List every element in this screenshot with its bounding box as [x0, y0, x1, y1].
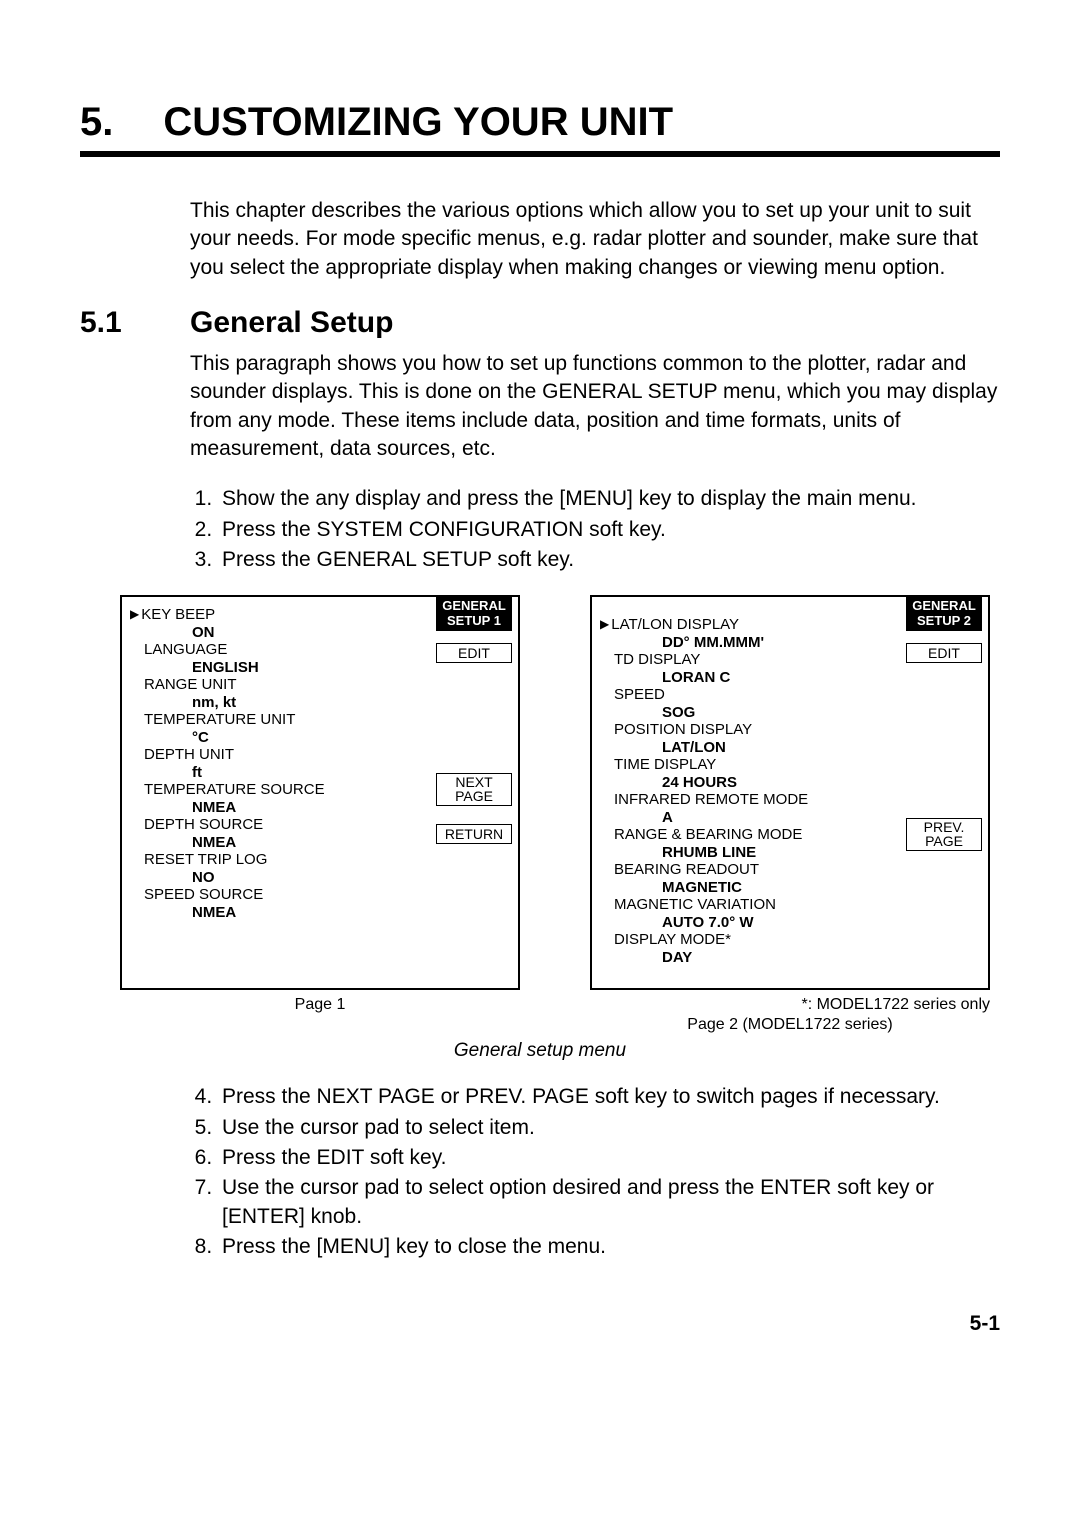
menu-label: DEPTH UNIT — [144, 746, 234, 763]
menu-value: DAY — [662, 950, 894, 967]
menu-label: DEPTH SOURCE — [144, 816, 263, 833]
menu-value: NO — [192, 870, 424, 887]
panel-title-l2: SETUP 2 — [917, 613, 971, 628]
menu-value: ON — [192, 625, 424, 642]
section-number: 5.1 — [80, 306, 190, 340]
menu-label: POSITION DISPLAY — [614, 721, 752, 738]
menu-value: 24 HOURS — [662, 775, 894, 792]
figure-caption: General setup menu — [80, 1040, 1000, 1062]
panel-title: GENERAL SETUP 1 — [436, 597, 512, 631]
step-item: Press the [MENU] key to close the menu. — [218, 1233, 1000, 1261]
cursor-icon: ▶ — [130, 608, 139, 621]
menu-label: TIME DISPLAY — [614, 756, 716, 773]
general-setup-1-panel: ▶KEY BEEP ON LANGUAGE ENGLISH RANGE UNIT… — [120, 595, 520, 990]
cursor-icon: ▶ — [600, 618, 609, 631]
softkey-column: GENERAL SETUP 2 EDIT PREV. PAGE — [906, 597, 982, 850]
page-number: 5-1 — [80, 1312, 1000, 1336]
return-softkey[interactable]: RETURN — [436, 824, 512, 844]
menu-value: LORAN C — [662, 670, 894, 687]
menu-value: NMEA — [192, 835, 424, 852]
panel-captions-row1: Page 1 *: MODEL1722 series only — [120, 996, 990, 1014]
step-item: Show the any display and press the [MENU… — [218, 485, 1000, 513]
step-item: Use the cursor pad to select item. — [218, 1114, 1000, 1142]
menu-value: AUTO 7.0° W — [662, 915, 894, 932]
step-item: Press the NEXT PAGE or PREV. PAGE soft k… — [218, 1083, 1000, 1111]
edit-softkey[interactable]: EDIT — [906, 643, 982, 663]
step-item: Press the GENERAL SETUP soft key. — [218, 546, 1000, 574]
step-item: Press the EDIT soft key. — [218, 1144, 1000, 1172]
menu-list: ▶LAT/LON DISPLAY DD° MM.MMM' TD DISPLAY … — [614, 617, 894, 966]
menu-label: SPEED — [614, 686, 665, 703]
menu-value: nm, kt — [192, 695, 424, 712]
menu-list: ▶KEY BEEP ON LANGUAGE ENGLISH RANGE UNIT… — [144, 607, 424, 921]
menu-value: LAT/LON — [662, 740, 894, 757]
panel-title-l1: GENERAL — [912, 598, 976, 613]
menu-value: NMEA — [192, 905, 424, 922]
menu-value: MAGNETIC — [662, 880, 894, 897]
menu-value: NMEA — [192, 800, 424, 817]
panel-title-l1: GENERAL — [442, 598, 506, 613]
model-note: *: MODEL1722 series only — [590, 996, 990, 1014]
page1-caption: Page 1 — [120, 996, 520, 1014]
panel-title: GENERAL SETUP 2 — [906, 597, 982, 631]
menu-label: INFRARED REMOTE MODE — [614, 791, 808, 808]
menu-value: °C — [192, 730, 424, 747]
menu-label: LAT/LON DISPLAY — [611, 616, 739, 633]
general-setup-2-panel: ▶LAT/LON DISPLAY DD° MM.MMM' TD DISPLAY … — [590, 595, 990, 990]
menu-label: RANGE UNIT — [144, 676, 237, 693]
page2-caption: Page 2 (MODEL1722 series) — [590, 1016, 990, 1034]
steps-list-b: Press the NEXT PAGE or PREV. PAGE soft k… — [190, 1083, 1000, 1261]
softkey-column: GENERAL SETUP 1 EDIT NEXT PAGE RETURN — [436, 597, 512, 843]
section-heading: 5.1 General Setup — [80, 306, 1000, 340]
edit-softkey[interactable]: EDIT — [436, 643, 512, 663]
menu-label: DISPLAY MODE* — [614, 931, 731, 948]
chapter-intro: This chapter describes the various optio… — [190, 197, 1000, 282]
menu-label: SPEED SOURCE — [144, 886, 263, 903]
menu-value: SOG — [662, 705, 894, 722]
section-body: This paragraph shows you how to set up f… — [190, 350, 1000, 463]
menu-label: TD DISPLAY — [614, 651, 700, 668]
menu-label: KEY BEEP — [141, 606, 215, 623]
chapter-heading: 5. CUSTOMIZING YOUR UNIT — [80, 100, 1000, 157]
menu-label: TEMPERATURE UNIT — [144, 711, 295, 728]
softkey-line2: PAGE — [455, 788, 493, 804]
menu-label: RESET TRIP LOG — [144, 851, 267, 868]
section-title: General Setup — [190, 306, 393, 340]
chapter-title: CUSTOMIZING YOUR UNIT — [163, 100, 673, 145]
next-page-softkey[interactable]: NEXT PAGE — [436, 773, 512, 806]
step-item: Press the SYSTEM CONFIGURATION soft key. — [218, 516, 1000, 544]
panel-captions-row2: Page 2 (MODEL1722 series) — [120, 1016, 990, 1034]
step-item: Use the cursor pad to select option desi… — [218, 1174, 1000, 1231]
menu-label: TEMPERATURE SOURCE — [144, 781, 325, 798]
menu-value: DD° MM.MMM' — [662, 635, 894, 652]
steps-list-a: Show the any display and press the [MENU… — [190, 485, 1000, 574]
menu-value: ENGLISH — [192, 660, 424, 677]
menu-label: RANGE & BEARING MODE — [614, 826, 802, 843]
menu-label: BEARING READOUT — [614, 861, 759, 878]
menu-label: MAGNETIC VARIATION — [614, 896, 776, 913]
menu-value: RHUMB LINE — [662, 845, 894, 862]
figure-panels: ▶KEY BEEP ON LANGUAGE ENGLISH RANGE UNIT… — [120, 595, 1000, 990]
chapter-number: 5. — [80, 100, 113, 145]
softkey-line2: PAGE — [925, 833, 963, 849]
menu-label: LANGUAGE — [144, 641, 227, 658]
menu-value: ft — [192, 765, 424, 782]
menu-value: A — [662, 810, 894, 827]
panel-title-l2: SETUP 1 — [447, 613, 501, 628]
prev-page-softkey[interactable]: PREV. PAGE — [906, 818, 982, 851]
